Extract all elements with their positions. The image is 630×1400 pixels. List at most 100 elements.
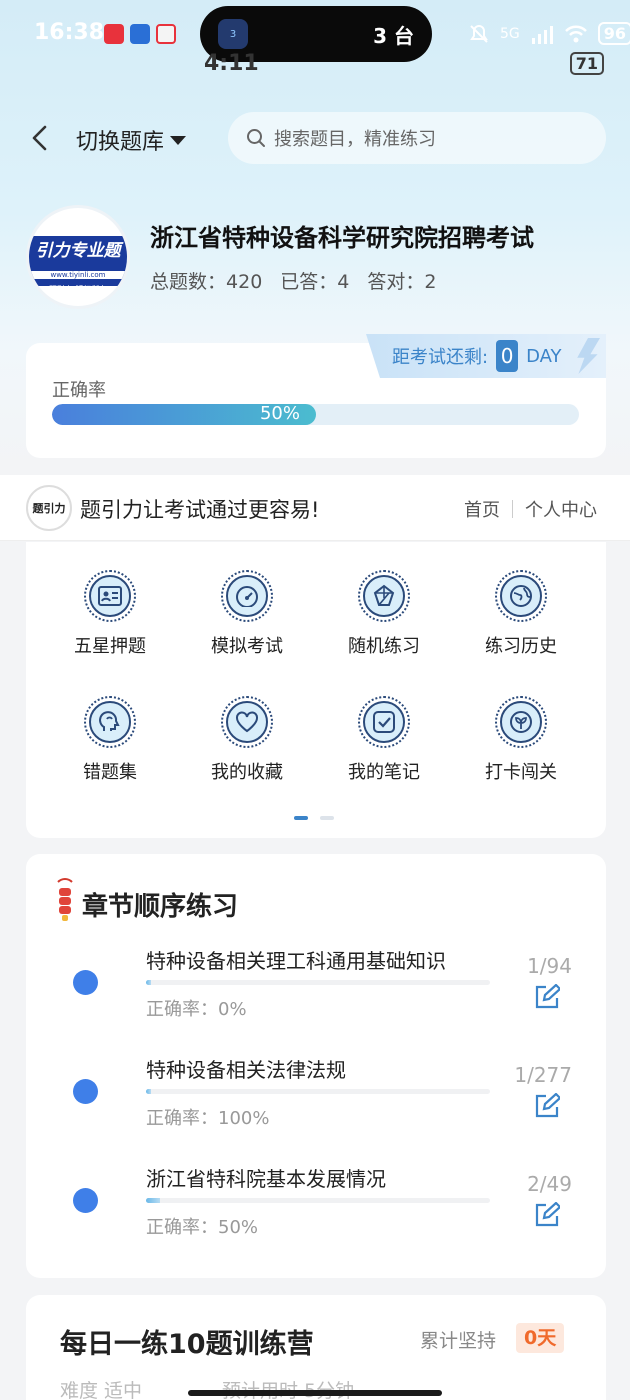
app-notification-icon: [130, 24, 150, 44]
feature-grid: 五星押题 模拟考试 随机练习 练习历史 错题集 我的收藏 我的笔记 打卡闯关: [26, 542, 606, 838]
switch-bank-label: 切换题库: [76, 130, 165, 155]
app-notification-icon: [104, 24, 124, 44]
streak-label: 累计坚持: [420, 1330, 497, 1352]
logo-url: www.tiyinli.com: [29, 271, 127, 279]
feature-favorites[interactable]: 我的收藏: [187, 696, 307, 784]
feature-mock-exam[interactable]: 模拟考试: [187, 570, 307, 658]
caret-down-icon: [170, 135, 187, 145]
network-icon: [373, 584, 395, 606]
checkbox-icon: [373, 711, 395, 733]
mute-icon: [470, 24, 488, 43]
feature-label: 模拟考试: [211, 636, 283, 657]
lightning-icon: [577, 338, 600, 374]
broadcast-icon: 3: [218, 19, 248, 49]
status-time: 16:38: [34, 20, 105, 45]
brand-slogan: 题引力让考试通过更容易!: [80, 498, 320, 522]
exam-logo: 引力专业题 www.tiyinli.com 题引力 版权所有: [26, 205, 130, 309]
brand-links: 首页 个人中心: [464, 496, 597, 522]
accuracy-percent: 50%: [259, 403, 300, 424]
duration-text: 预计用时 5分钟: [222, 1376, 354, 1400]
edit-icon[interactable]: [534, 1093, 560, 1119]
exam-stats: 总题数：420 已答：4 答对：2: [150, 267, 437, 294]
battery-indicator: 96: [597, 22, 630, 45]
chapter-count: 1/94: [527, 954, 572, 978]
chapter-progress-bar: [146, 1198, 490, 1203]
logo-title: 引力专业题: [35, 241, 121, 261]
feature-check-in[interactable]: 打卡闯关: [461, 696, 581, 784]
chapter-row[interactable]: 浙江省特科院基本发展情况 正确率：50% 2/49: [0, 1158, 630, 1258]
status-app-icons: [104, 24, 176, 44]
signal-label: 5G: [500, 25, 520, 42]
chapter-bullet: [73, 1079, 98, 1104]
difficulty-text: 难度 适中: [60, 1380, 143, 1400]
accuracy-label: 正确率: [52, 380, 106, 401]
feature-notes[interactable]: 我的笔记: [324, 696, 444, 784]
logo-footer: 题引力 版权所有: [48, 285, 108, 294]
chapter-bullet: [73, 970, 98, 995]
home-indicator[interactable]: [188, 1390, 442, 1396]
switch-bank-dropdown[interactable]: 切换题库: [76, 124, 187, 156]
feature-five-star[interactable]: 五星押题: [50, 570, 170, 658]
exam-title: 浙江省特种设备科学研究院招聘考试: [150, 224, 534, 252]
daily-title: 每日一练10题训练营: [60, 1329, 314, 1360]
chapter-bullet: [73, 1188, 98, 1213]
daily-details: 难度 适中 预计用时 5分钟: [60, 1376, 354, 1400]
sprout-icon: [510, 711, 532, 733]
signal-icon: [531, 25, 553, 44]
countdown-label: 距考试还剩:: [392, 347, 489, 368]
chapter-progress-bar: [146, 980, 490, 985]
home-link[interactable]: 首页: [464, 496, 500, 522]
link-divider: [512, 500, 513, 518]
chapter-progress-fill: [146, 1089, 152, 1094]
search-placeholder: 搜索题目，精准练习: [274, 129, 436, 150]
page-indicator: [294, 816, 334, 820]
page-dot-active: [294, 816, 308, 820]
heart-icon: [236, 711, 258, 733]
feature-label: 随机练习: [348, 636, 420, 657]
streak-badge: 0天: [516, 1323, 565, 1353]
back-arrow-icon[interactable]: [28, 124, 52, 152]
feature-label: 练习历史: [485, 636, 557, 657]
exam-countdown: 距考试还剩: 0 DAY: [366, 334, 606, 378]
feature-random-practice[interactable]: 随机练习: [324, 570, 444, 658]
feature-label: 打卡闯关: [485, 762, 557, 783]
correct-count: 答对：2: [367, 271, 437, 293]
chapter-count: 2/49: [527, 1172, 572, 1196]
chapter-accuracy: 正确率：0%: [146, 999, 247, 1020]
edit-icon[interactable]: [534, 1202, 560, 1228]
overlay-status-row: 4:11 71: [204, 50, 604, 76]
search-icon: [247, 129, 265, 147]
gauge-icon: [236, 586, 258, 607]
status-indicators: 5G 96: [468, 22, 630, 45]
globe-icon: [510, 585, 532, 607]
island-text: 3 台: [373, 23, 414, 48]
chapter-row[interactable]: 特种设备相关理工科通用基础知识 正确率：0% 1/94: [0, 940, 630, 1040]
overlay-time: 4:11: [204, 50, 259, 76]
chapter-row[interactable]: 特种设备相关法律法规 正确率：100% 1/277: [0, 1049, 630, 1149]
chapter-name: 特种设备相关理工科通用基础知识: [146, 949, 446, 973]
feature-label: 五星押题: [74, 636, 146, 657]
total-questions: 总题数：420: [150, 271, 263, 293]
overlay-battery: 71: [569, 51, 604, 75]
chapter-progress-fill: [146, 980, 152, 985]
firecracker-icon: [57, 878, 73, 921]
answered-count: 已答：4: [280, 271, 350, 293]
brand-logo: 题引力: [26, 485, 72, 531]
countdown-value: 0: [496, 340, 519, 372]
feature-label: 我的笔记: [348, 762, 420, 783]
feature-label: 我的收藏: [211, 762, 283, 783]
chapter-accuracy: 正确率：100%: [146, 1108, 270, 1129]
wifi-icon: [564, 25, 587, 42]
feature-label: 错题集: [83, 762, 137, 783]
chapter-accuracy: 正确率：50%: [146, 1217, 259, 1238]
feature-history[interactable]: 练习历史: [461, 570, 581, 658]
page-dot: [320, 816, 334, 820]
chapter-count: 1/277: [514, 1063, 572, 1087]
chapter-progress-fill: [146, 1198, 161, 1203]
feature-wrong-questions[interactable]: 错题集: [50, 696, 170, 784]
countdown-unit: DAY: [526, 345, 562, 367]
search-input[interactable]: 搜索题目，精准练习: [228, 112, 606, 164]
profile-link[interactable]: 个人中心: [525, 496, 597, 522]
edit-icon[interactable]: [534, 984, 560, 1010]
head-icon: [99, 711, 120, 731]
